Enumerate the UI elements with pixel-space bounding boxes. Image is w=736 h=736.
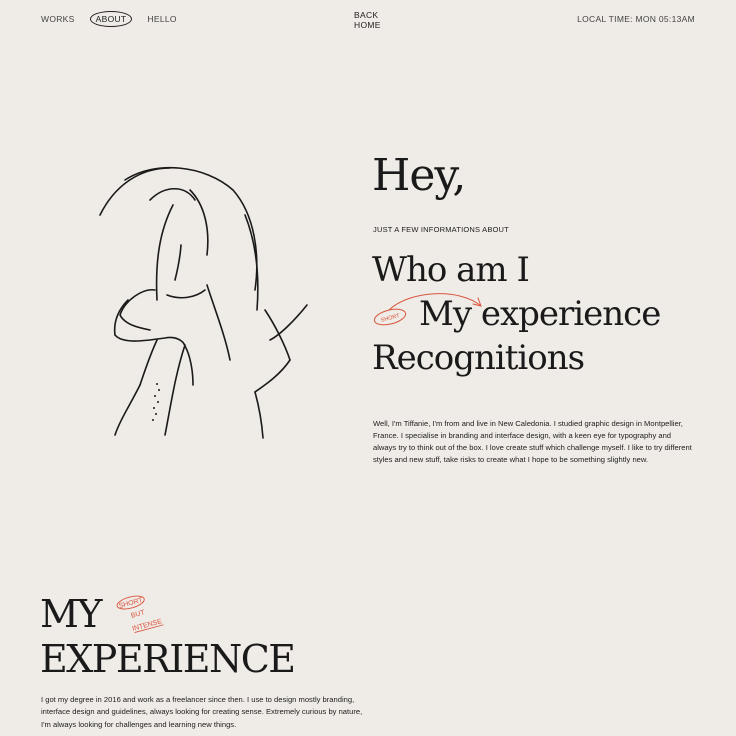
main-nav: WORKS ABOUT HELLO (41, 11, 177, 27)
back-home-line2: HOME (354, 20, 381, 30)
menu-recognitions[interactable]: Recognitions (372, 336, 585, 380)
nav-about[interactable]: ABOUT (89, 11, 133, 27)
back-home-line1: BACK (354, 10, 379, 20)
stamp-line-intense: INTENSE (132, 618, 163, 633)
back-home-link[interactable]: BACK HOME (354, 10, 381, 30)
stamp-line-but: BUT (130, 609, 146, 620)
nav-hello[interactable]: HELLO (147, 14, 176, 27)
menu-who-am-i[interactable]: Who am I (372, 248, 530, 292)
intro-label: JUST A FEW INFORMATIONS ABOUT (373, 225, 509, 234)
experience-description: I got my degree in 2016 and work as a fr… (41, 694, 363, 729)
bio-paragraph: Well, I'm Tiffanie, I'm from and live in… (373, 418, 692, 465)
line-art-portrait-illustration (99, 166, 308, 439)
nav-works[interactable]: WORKS (41, 14, 75, 27)
experience-heading-line2: EXPERIENCE (40, 637, 296, 681)
greeting-heading: Hey, (372, 150, 466, 201)
short-badge: SHORT (372, 306, 408, 328)
local-time: LOCAL TIME: MON 05:13AM (577, 14, 695, 24)
short-but-intense-stamp: SHORT BUT INTENSE (116, 595, 164, 633)
